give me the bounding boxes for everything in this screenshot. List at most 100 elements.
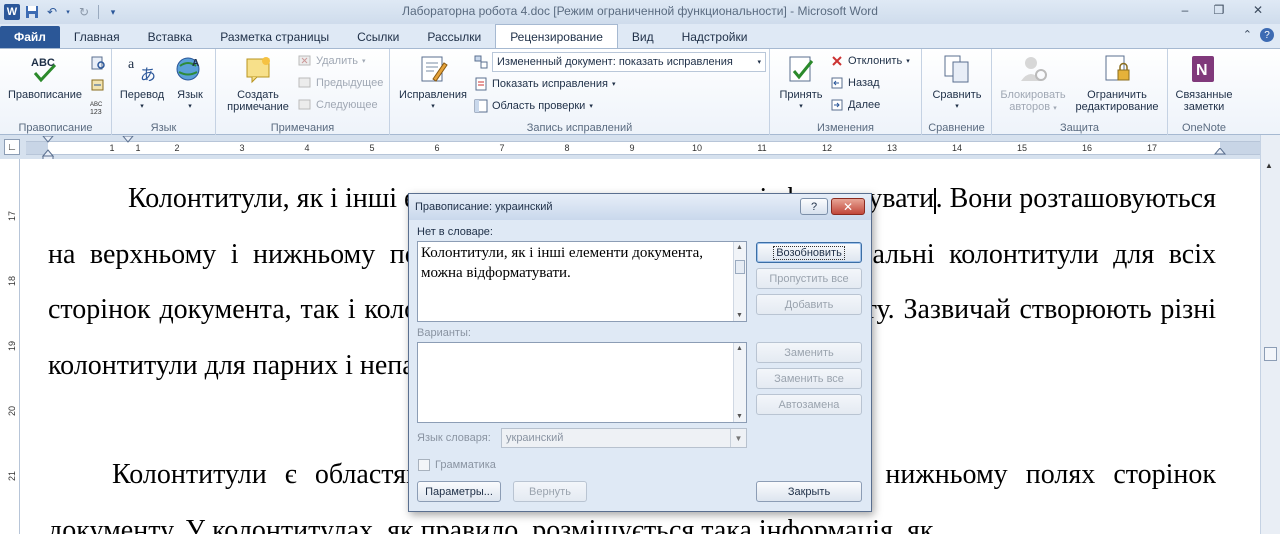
not-in-dictionary-label: Нет в словаре: <box>417 226 493 238</box>
tab-references[interactable]: Ссылки <box>343 26 413 48</box>
suggestions-scroll-up-icon[interactable]: ▲ <box>736 345 743 352</box>
ruler-number: 6 <box>434 143 440 153</box>
suggestions-scrollbar[interactable]: ▲ ▼ <box>733 343 746 422</box>
resume-button[interactable]: Возобновить <box>756 242 862 263</box>
linked-notes-label-2: заметки <box>1183 101 1225 113</box>
textbox-scroll-thumb[interactable] <box>735 260 745 274</box>
restore-icon[interactable]: ❐ <box>1202 0 1236 20</box>
display-for-review-combo[interactable]: Измененный документ: показать исправлени… <box>492 52 766 72</box>
language-button[interactable]: A Язык ▾ <box>168 53 212 113</box>
textbox-scrollbar[interactable]: ▲ ▼ <box>733 242 746 321</box>
title-bar: W ↶ ▾ ↻ ▾ Лабораторна робота 4.doc [Режи… <box>0 0 1280 24</box>
change-button[interactable]: Заменить <box>756 342 862 363</box>
change-all-button[interactable]: Заменить все <box>756 368 862 389</box>
new-comment-button[interactable]: Создать примечание <box>220 53 296 113</box>
redo-icon[interactable]: ↻ <box>76 4 92 20</box>
next-comment-button[interactable]: Следующее <box>298 95 378 115</box>
group-compare: Сравнить ▾ Сравнение <box>922 49 992 135</box>
ruler-number: 1 <box>109 143 115 153</box>
scroll-up-arrow-icon[interactable]: ▲ <box>1265 161 1273 170</box>
horizontal-ruler[interactable]: 1 1 2 3 4 5 6 7 8 9 10 11 12 13 14 15 16… <box>26 136 1264 162</box>
word-app-icon[interactable]: W <box>4 4 20 20</box>
vertical-scrollbar[interactable]: ▲ <box>1260 135 1280 534</box>
reviewing-pane-button[interactable]: Область проверки ▾ <box>474 96 593 116</box>
first-line-indent-icon[interactable] <box>122 136 134 146</box>
tab-selector-icon[interactable]: ∟ <box>4 139 20 155</box>
show-markup-icon <box>475 77 487 91</box>
tab-addins[interactable]: Надстройки <box>668 26 762 48</box>
tab-view[interactable]: Вид <box>618 26 668 48</box>
quick-access-toolbar: W ↶ ▾ ↻ ▾ <box>0 0 121 24</box>
previous-change-icon <box>831 77 843 89</box>
minimize-icon[interactable]: – <box>1168 0 1202 20</box>
track-changes-button[interactable]: Исправления ▾ <box>396 53 470 113</box>
ruler-number: 1 <box>135 143 141 153</box>
show-markup-button[interactable]: Показать исправления ▾ <box>474 74 615 94</box>
linked-notes-button[interactable]: N Связанные заметки <box>1172 53 1236 113</box>
scrollbar-thumb[interactable] <box>1264 347 1277 361</box>
dictionary-language-dropdown-icon[interactable]: ▼ <box>730 429 746 447</box>
suggestions-label: Варианты: <box>417 327 471 339</box>
dictionary-language-value: украинский <box>506 432 564 444</box>
tab-review[interactable]: Рецензирование <box>495 24 618 48</box>
right-indent-icon[interactable] <box>1214 148 1226 158</box>
dialog-help-button[interactable]: ? <box>800 198 828 215</box>
word-count-icon[interactable]: ABC 123 <box>90 97 108 117</box>
block-authors-label-1: Блокировать <box>1000 89 1066 101</box>
tab-file[interactable]: Файл <box>0 26 60 48</box>
grammar-label: Грамматика <box>435 459 496 471</box>
reject-button[interactable]: Отклонить ▾ <box>830 51 910 71</box>
not-in-dictionary-text: Колонтитули, як і інші елементи документ… <box>421 245 704 281</box>
suggestions-scroll-down-icon[interactable]: ▼ <box>736 413 743 420</box>
skip-all-button[interactable]: Пропустить все <box>756 268 862 289</box>
new-comment-icon <box>242 53 274 85</box>
tab-insert[interactable]: Вставка <box>134 26 207 48</box>
accept-button[interactable]: Принять ▾ <box>776 53 826 113</box>
close-window-icon[interactable]: ✕ <box>1236 0 1280 20</box>
undo-button[interactable]: Вернуть <box>513 481 587 502</box>
language-globe-icon: A <box>174 53 206 85</box>
svg-text:ABC: ABC <box>90 102 103 108</box>
textbox-scroll-down-icon[interactable]: ▼ <box>736 312 743 319</box>
translate-button[interactable]: aあ Перевод ▾ <box>118 53 166 113</box>
not-in-dictionary-textbox[interactable]: Колонтитули, як і інші елементи документ… <box>417 241 747 322</box>
next-change-button[interactable]: Далее <box>830 95 880 115</box>
thesaurus-icon[interactable] <box>90 75 106 95</box>
dialog-title: Правописание: украинский <box>415 201 553 213</box>
dialog-close-button[interactable]: ✕ <box>831 198 865 215</box>
block-authors-button[interactable]: Блокировать авторов ▾ <box>996 53 1070 115</box>
delete-comment-icon <box>298 55 311 66</box>
close-dialog-button[interactable]: Закрыть <box>756 481 862 502</box>
research-icon[interactable] <box>90 53 106 73</box>
restrict-editing-button[interactable]: Ограничить редактирование <box>1070 53 1164 113</box>
previous-change-button[interactable]: Назад <box>830 73 880 93</box>
previous-comment-button[interactable]: Предыдущее <box>298 73 383 93</box>
customize-qat-icon[interactable]: ▾ <box>105 4 121 20</box>
restrict-editing-icon <box>1101 53 1133 85</box>
delete-comment-button[interactable]: Удалить ▾ <box>298 51 366 71</box>
dictionary-language-label: Язык словаря: <box>417 432 491 444</box>
previous-change-label: Назад <box>848 77 880 89</box>
add-to-dictionary-button[interactable]: Добавить <box>756 294 862 315</box>
group-label-protect: Защита <box>1060 122 1099 134</box>
spelling-button[interactable]: ABC Правописание <box>4 53 86 101</box>
ruler-row: ∟ 1 1 2 3 4 5 6 7 8 9 10 11 12 13 14 15 … <box>0 135 1280 162</box>
autocorrect-button[interactable]: Автозамена <box>756 394 862 415</box>
suggestions-list[interactable]: ▲ ▼ <box>417 342 747 423</box>
compare-button[interactable]: Сравнить ▾ <box>928 53 986 113</box>
grammar-checkbox[interactable] <box>418 459 430 471</box>
undo-dropdown-icon[interactable]: ▾ <box>64 4 72 20</box>
dialog-title-bar[interactable]: Правописание: украинский ? ✕ <box>409 194 871 220</box>
save-icon[interactable] <box>24 4 40 20</box>
tab-home[interactable]: Главная <box>60 26 134 48</box>
tab-mailings[interactable]: Рассылки <box>413 26 495 48</box>
undo-icon[interactable]: ↶ <box>44 4 60 20</box>
dictionary-language-select[interactable]: украинский ▼ <box>501 428 747 448</box>
minimize-ribbon-icon[interactable]: ⌃ <box>1243 28 1252 42</box>
options-button[interactable]: Параметры... <box>417 481 501 502</box>
spelling-label: Правописание <box>7 89 83 101</box>
help-icon[interactable]: ? <box>1260 28 1274 42</box>
vertical-ruler[interactable]: 17 18 19 20 21 <box>6 159 20 534</box>
textbox-scroll-up-icon[interactable]: ▲ <box>736 244 743 251</box>
tab-page-layout[interactable]: Разметка страницы <box>206 26 343 48</box>
